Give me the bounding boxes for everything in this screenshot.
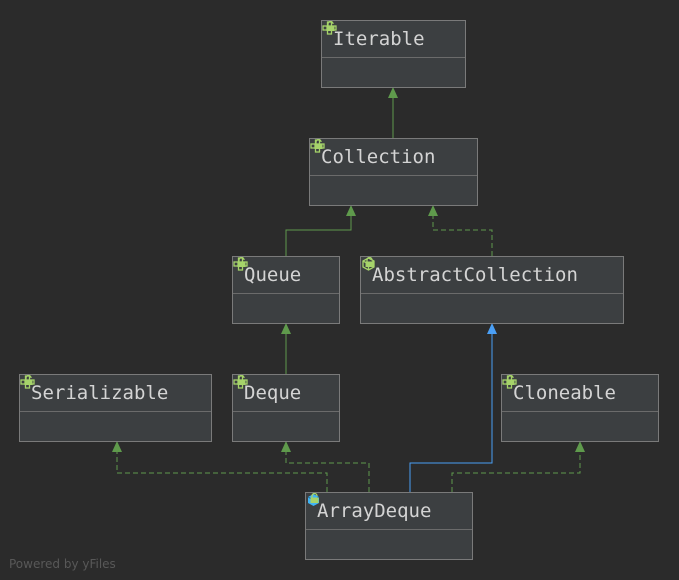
node-label: Collection [321,146,436,168]
arrowhead [281,323,291,334]
node-header: Deque [233,375,339,412]
arrowhead [487,323,497,334]
node-label: AbstractCollection [372,264,578,286]
node-header: Collection [310,139,477,176]
edge-arraydeque-to-serializable [116,451,328,492]
arrowhead [388,87,398,98]
node-label: Iterable [333,28,425,50]
node-header: AbstractCollection [361,257,623,294]
arrowhead [346,205,356,216]
node-label: ArrayDeque [317,500,432,522]
arrowhead [428,205,438,216]
node-header: Queue [233,257,339,294]
node-header: ArrayDeque [306,493,472,530]
node-abstractcollection[interactable]: AbstractCollection [360,256,624,324]
node-header: Cloneable [502,375,658,412]
yfiles-watermark: Powered by yFiles [9,557,116,571]
edge-queue-to-collection [285,215,352,256]
edge-arraydeque-to-deque [285,451,370,492]
arrowhead [112,441,122,452]
node-arraydeque[interactable]: ArrayDeque [305,492,473,560]
edge-abstractcollection-to-collection [432,215,493,256]
edge-arraydeque-to-abstractcollection [409,333,493,492]
node-label: Serializable [31,382,169,404]
node-queue[interactable]: Queue [232,256,340,324]
node-label: Deque [244,382,302,404]
node-deque[interactable]: Deque [232,374,340,442]
node-label: Cloneable [513,382,616,404]
arrowhead [575,441,585,452]
node-header: Iterable [322,21,465,58]
arrowhead [281,441,291,452]
node-cloneable[interactable]: Cloneable [501,374,659,442]
node-iterable[interactable]: Iterable [321,20,466,88]
node-label: Queue [244,264,302,286]
edge-arraydeque-to-cloneable [451,451,581,492]
node-header: Serializable [20,375,211,412]
node-serializable[interactable]: Serializable [19,374,212,442]
node-collection[interactable]: Collection [309,138,478,206]
